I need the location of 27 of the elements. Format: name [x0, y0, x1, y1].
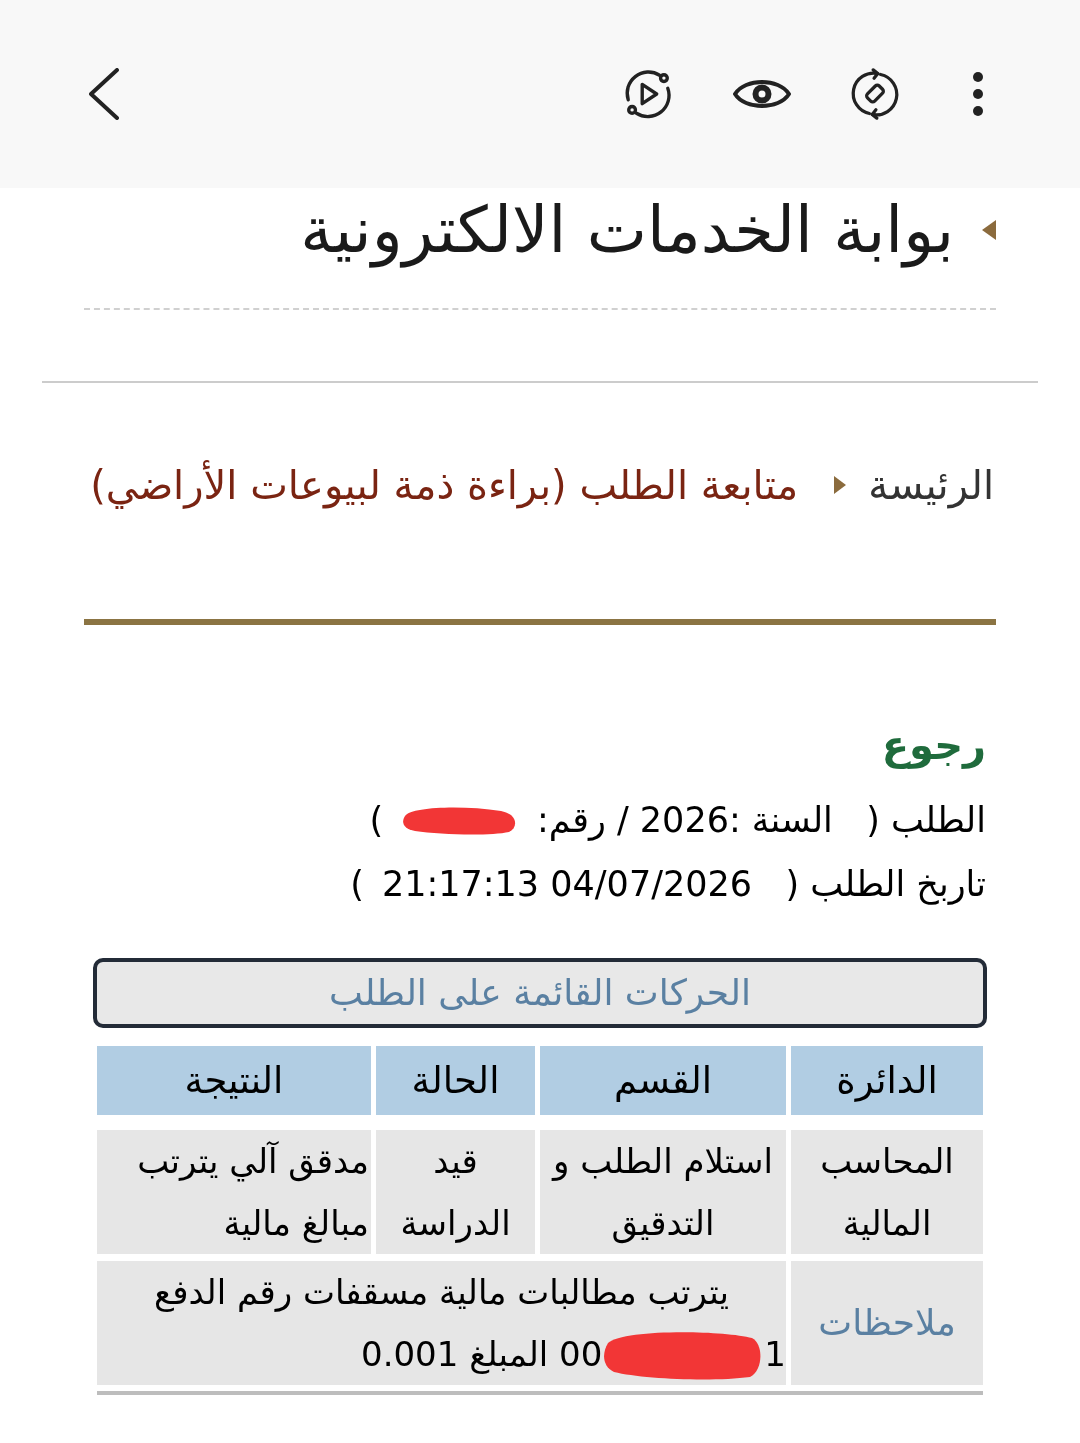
- request-info-text: ): [369, 798, 384, 842]
- table-cell: استلام الطلب و التدقيق: [540, 1130, 786, 1254]
- breadcrumb-link[interactable]: الرئيسة: [868, 460, 994, 510]
- table-cell: مدقق آلي يترتب مبالغ مالية: [97, 1130, 371, 1254]
- back-button[interactable]: [86, 66, 122, 122]
- table-header-cell: النتيجة: [97, 1046, 371, 1115]
- table-cell: قيد الدراسة: [376, 1130, 535, 1254]
- notes-text: 1: [764, 1333, 786, 1376]
- more-vertical-icon: [972, 71, 984, 117]
- back-link[interactable]: رجوع: [881, 719, 986, 771]
- table-cell: المحاسب المالية: [791, 1130, 983, 1254]
- notes-text: 00 المبلغ 0.001: [361, 1333, 603, 1376]
- request-info-text: تاربخ الطلب ( 04/07/2026 21:17:13: [381, 862, 986, 907]
- notes-text: يترتب مطالبات مالية مسقفات رقم الدفع: [154, 1271, 729, 1314]
- triangle-marker-icon: [982, 220, 996, 240]
- rotate-icon: [849, 67, 901, 121]
- table-header-cell: الحالة: [376, 1046, 535, 1115]
- page-title: بوابة الخدمات الالكترونية: [300, 192, 954, 270]
- request-info-text: ): [350, 862, 364, 906]
- section-title-bar: الحركات القائمة على الطلب: [93, 958, 987, 1028]
- breadcrumb-current[interactable]: متابعة الطلب (براءة ذمة لبيوعات الأراضي): [90, 460, 799, 510]
- chevron-left-icon: [89, 68, 119, 120]
- triangle-marker-icon: [834, 476, 847, 494]
- request-info-text: الطلب ( السنة :2026 / رقم:: [537, 798, 986, 843]
- notes-label-cell: ملاحظات: [791, 1261, 983, 1385]
- table-header-cell: الدائرة: [791, 1046, 983, 1115]
- table-header-cell: القسم: [540, 1046, 786, 1115]
